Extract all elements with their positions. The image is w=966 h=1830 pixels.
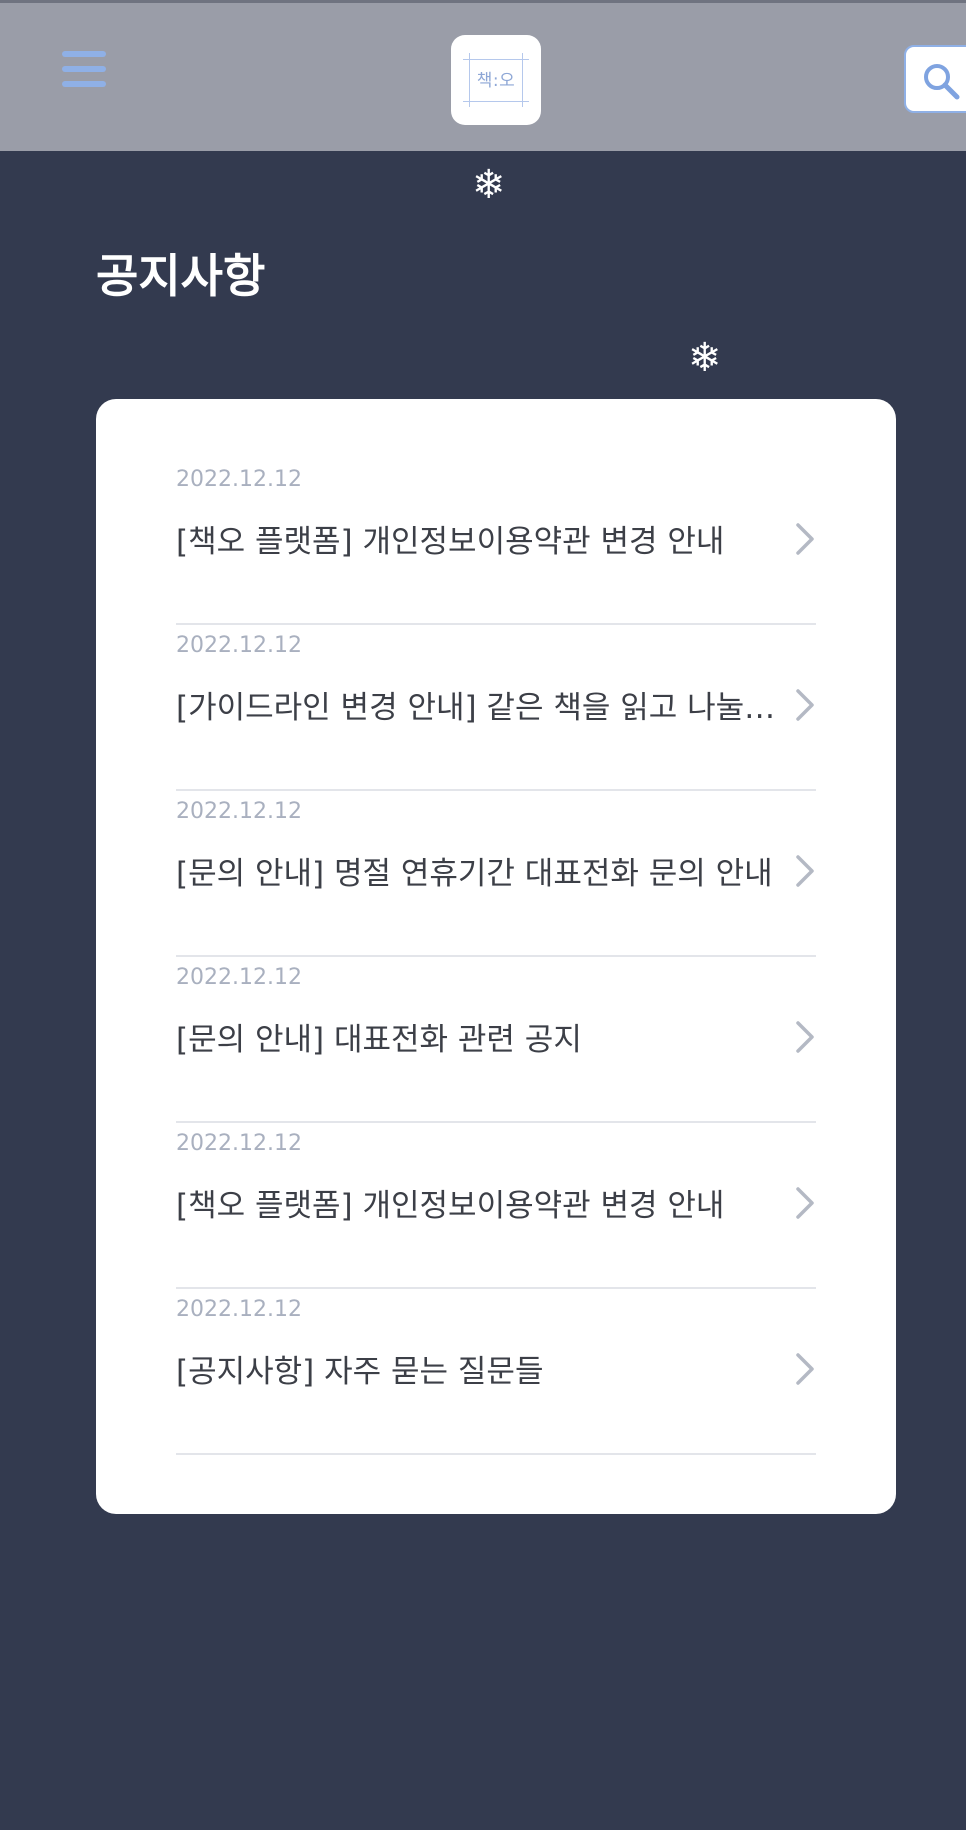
notice-item[interactable]: 2022.12.12 [문의 안내] 대표전화 관련 공지	[176, 957, 816, 1123]
search-button[interactable]	[904, 45, 966, 113]
notice-date: 2022.12.12	[176, 799, 302, 824]
snowflake-icon: ❄	[472, 162, 506, 208]
notice-date: 2022.12.12	[176, 467, 302, 492]
logo-guide-line	[463, 59, 529, 60]
notice-list: 2022.12.12 [책오 플랫폼] 개인정보이용약관 변경 안내 2022.…	[176, 459, 816, 1455]
top-header: 책:오	[0, 0, 966, 151]
menu-bar	[62, 81, 106, 87]
menu-bar	[62, 51, 106, 57]
snowflake-icon: ❄	[688, 335, 722, 381]
notice-title: [공지사항] 자주 묻는 질문들	[176, 1354, 544, 1390]
notice-item[interactable]: 2022.12.12 [책오 플랫폼] 개인정보이용약관 변경 안내	[176, 1123, 816, 1289]
chevron-right-icon	[796, 1353, 814, 1385]
notice-title: [가이드라인 변경 안내] 같은 책을 읽고 나눌 …	[176, 690, 776, 726]
chevron-right-icon	[796, 855, 814, 887]
notice-title: [문의 안내] 명절 연휴기간 대표전화 문의 안내	[176, 856, 773, 892]
hamburger-menu-icon[interactable]	[56, 47, 112, 93]
notice-item[interactable]: 2022.12.12 [책오 플랫폼] 개인정보이용약관 변경 안내	[176, 459, 816, 625]
notice-date: 2022.12.12	[176, 1297, 302, 1322]
chevron-right-icon	[796, 523, 814, 555]
chevron-right-icon	[796, 689, 814, 721]
notice-item[interactable]: 2022.12.12 [문의 안내] 명절 연휴기간 대표전화 문의 안내	[176, 791, 816, 957]
notice-title: [책오 플랫폼] 개인정보이용약관 변경 안내	[176, 524, 725, 560]
logo-guide-line	[463, 101, 529, 102]
search-icon	[924, 64, 960, 100]
notice-title: [문의 안내] 대표전화 관련 공지	[176, 1022, 582, 1058]
logo-frame: 책:오	[463, 53, 529, 107]
notice-item[interactable]: 2022.12.12 [공지사항] 자주 묻는 질문들	[176, 1289, 816, 1455]
notice-date: 2022.12.12	[176, 633, 302, 658]
notice-card: 2022.12.12 [책오 플랫폼] 개인정보이용약관 변경 안내 2022.…	[96, 399, 896, 1514]
notice-item[interactable]: 2022.12.12 [가이드라인 변경 안내] 같은 책을 읽고 나눌 …	[176, 625, 816, 791]
menu-bar	[62, 66, 106, 72]
chevron-right-icon	[796, 1187, 814, 1219]
logo-text: 책:오	[476, 71, 516, 91]
page-title: 공지사항	[96, 249, 266, 303]
notice-page: 책:오 ❄ ❄ 공지사항 2022.12.12 [책오 플랫폼] 개인정보이용약…	[0, 0, 966, 1830]
notice-date: 2022.12.12	[176, 965, 302, 990]
chevron-right-icon	[796, 1021, 814, 1053]
app-logo[interactable]: 책:오	[451, 35, 541, 125]
notice-date: 2022.12.12	[176, 1131, 302, 1156]
notice-title: [책오 플랫폼] 개인정보이용약관 변경 안내	[176, 1188, 725, 1224]
